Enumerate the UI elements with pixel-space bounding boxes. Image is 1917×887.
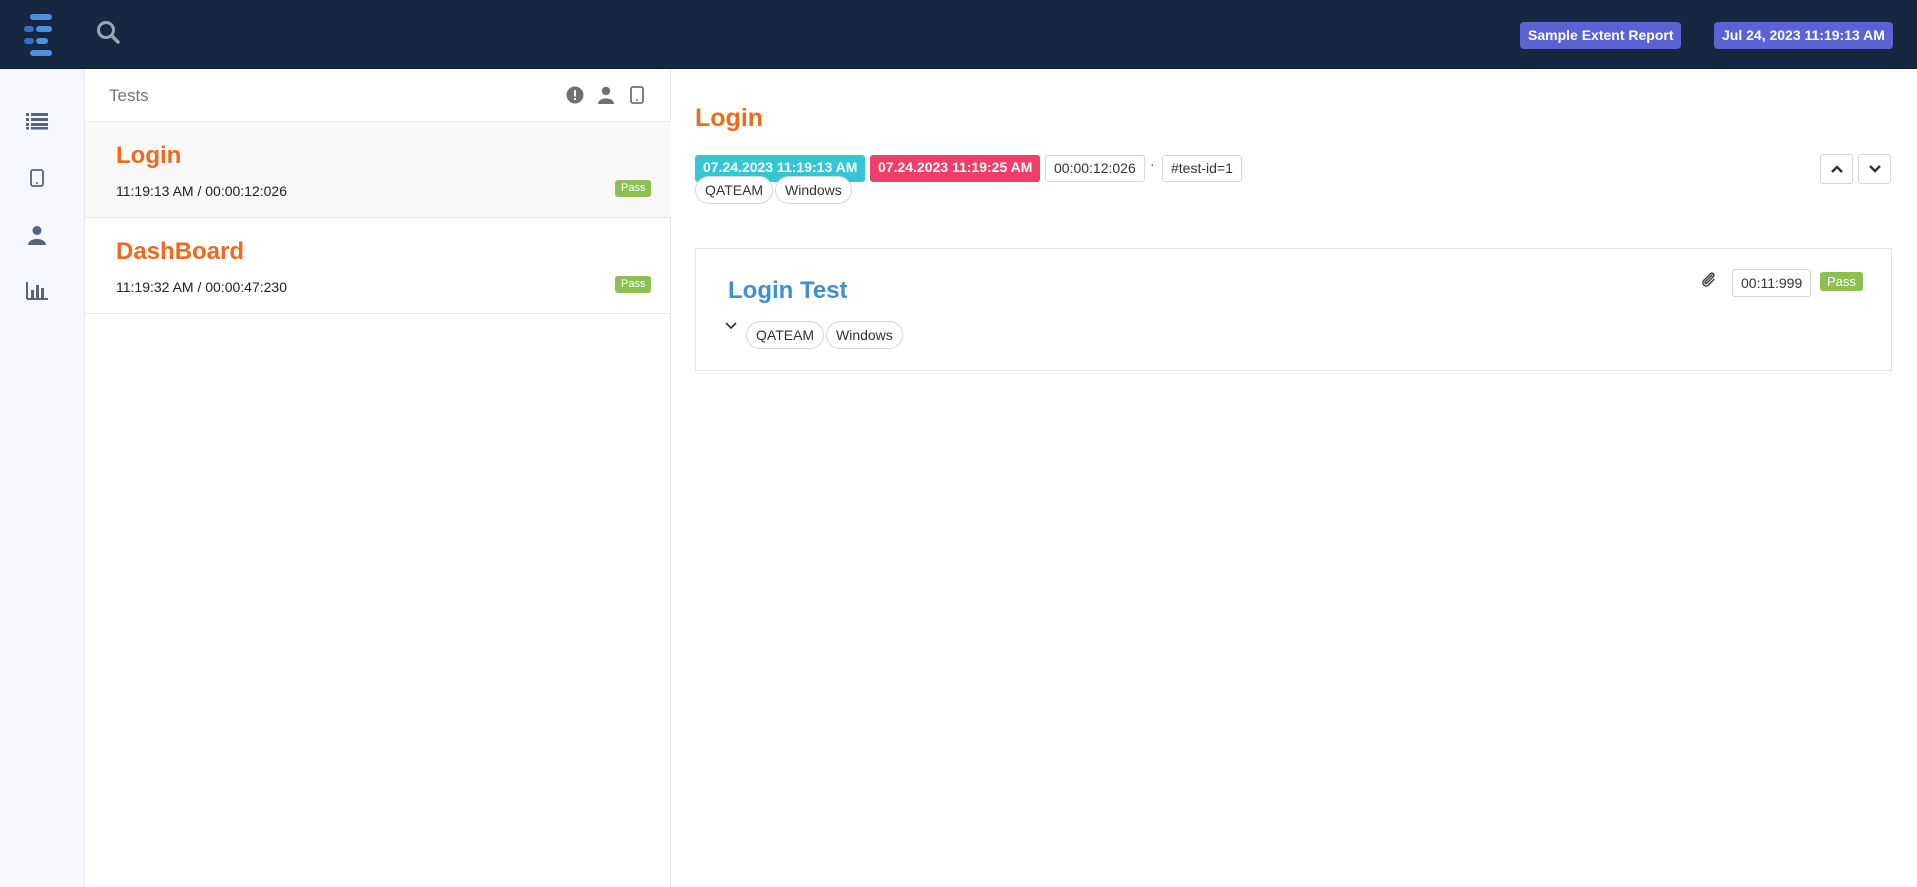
test-name: DashBoard: [116, 238, 245, 265]
test-item-dashboard[interactable]: DashBoard 11:19:32 AM / 00:00:47:230 Pas…: [85, 218, 671, 314]
search-icon[interactable]: [96, 20, 122, 46]
user-icon[interactable]: [25, 223, 49, 247]
test-node-card: Login Test QATEAM Windows 00:11:999 Pass: [695, 248, 1892, 371]
tag-windows[interactable]: Windows: [775, 176, 852, 204]
duration-badge: 00:00:12:026: [1045, 155, 1145, 182]
report-date-badge: Jul 24, 2023 11:19:13 AM: [1714, 22, 1893, 49]
next-test-button[interactable]: [1858, 154, 1891, 184]
tablet-icon[interactable]: [25, 166, 49, 190]
test-id-badge: #test-id=1: [1162, 155, 1242, 182]
status-badge: Pass: [615, 180, 652, 197]
test-name: Login: [116, 142, 182, 169]
status-filter-icon[interactable]: [565, 85, 585, 105]
tag-qateam[interactable]: QATEAM: [695, 176, 774, 204]
test-item-login[interactable]: Login 11:19:13 AM / 00:00:12:026 Pass: [85, 122, 671, 218]
chevron-up-icon: [1830, 165, 1843, 173]
top-navbar: Sample Extent Report Jul 24, 2023 11:19:…: [0, 0, 1917, 69]
node-title[interactable]: Login Test: [728, 277, 848, 305]
test-list-header: Tests: [85, 69, 671, 122]
paperclip-icon[interactable]: [1700, 271, 1718, 289]
extent-logo-icon[interactable]: [24, 12, 60, 56]
separator-dot: ·: [1150, 156, 1155, 172]
list-icon[interactable]: [25, 109, 49, 133]
node-status-badge: Pass: [1820, 272, 1863, 291]
node-duration-badge: 00:11:999: [1732, 269, 1812, 297]
node-tag-windows[interactable]: Windows: [826, 321, 903, 349]
author-filter-icon[interactable]: [596, 85, 616, 105]
device-filter-icon[interactable]: [627, 85, 647, 105]
report-name-badge: Sample Extent Report: [1520, 22, 1682, 49]
node-tag-qateam[interactable]: QATEAM: [746, 321, 825, 349]
test-list-panel: Tests Login 11:19:13 AM / 00:00:12:026 P…: [85, 69, 671, 887]
test-time-duration: 11:19:32 AM / 00:00:47:230: [116, 279, 287, 295]
test-detail-panel: Login 07.24.2023 11:19:13 AM 07.24.2023 …: [671, 69, 1917, 887]
previous-test-button[interactable]: [1820, 154, 1853, 184]
status-badge: Pass: [615, 276, 652, 293]
end-time-badge: 07.24.2023 11:19:25 AM: [870, 155, 1041, 182]
chevron-down-icon[interactable]: [724, 319, 738, 333]
side-navigation: [0, 69, 85, 887]
test-list-title: Tests: [109, 86, 149, 105]
detail-title: Login: [695, 104, 764, 132]
test-time-duration: 11:19:13 AM / 00:00:12:026: [116, 183, 287, 199]
chevron-down-icon: [1868, 165, 1881, 173]
bar-chart-icon[interactable]: [25, 279, 49, 303]
